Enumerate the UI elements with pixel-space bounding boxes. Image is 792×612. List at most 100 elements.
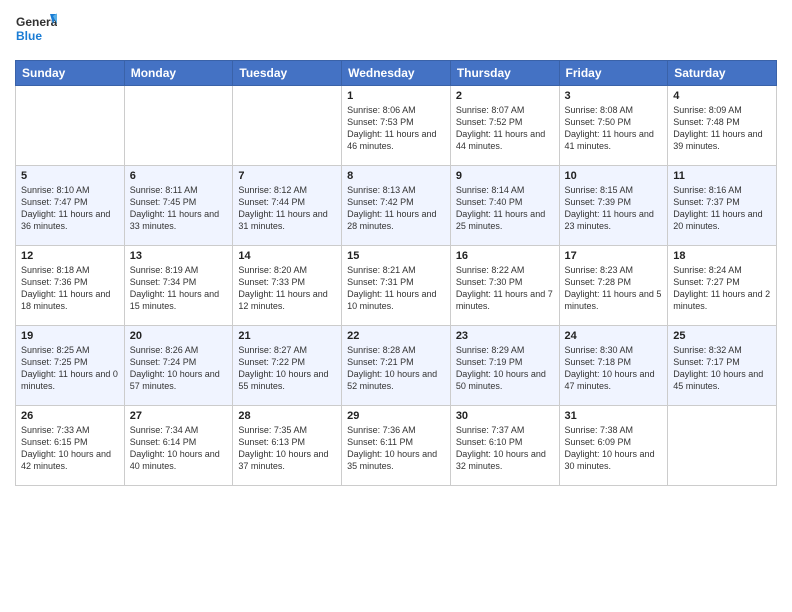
col-header-monday: Monday: [124, 61, 233, 86]
calendar-cell: [16, 86, 125, 166]
day-number: 24: [565, 330, 663, 342]
day-number: 4: [673, 90, 771, 102]
day-number: 21: [238, 330, 336, 342]
day-number: 27: [130, 410, 228, 422]
day-info: Sunrise: 8:29 AM Sunset: 7:19 PM Dayligh…: [456, 344, 554, 393]
day-number: 14: [238, 250, 336, 262]
calendar-cell: 17Sunrise: 8:23 AM Sunset: 7:28 PM Dayli…: [559, 246, 668, 326]
day-info: Sunrise: 8:12 AM Sunset: 7:44 PM Dayligh…: [238, 184, 336, 233]
calendar-cell: 13 Sunrise: 8:19 AM Sunset: 7:34 PM Dayli…: [124, 246, 233, 326]
calendar-cell: 2 Sunrise: 8:07 AM Sunset: 7:52 PM Daylig…: [450, 86, 559, 166]
calendar-cell: 24 Sunrise: 8:30 AM Sunset: 7:18 PM Dayli…: [559, 326, 668, 406]
calendar-header-row: SundayMondayTuesdayWednesdayThursdayFrid…: [16, 61, 777, 86]
day-number: 26: [21, 410, 119, 422]
calendar-cell: 8 Sunrise: 8:13 AM Sunset: 7:42 PM Daylig…: [342, 166, 451, 246]
day-number: 2: [456, 90, 554, 102]
day-number: 19: [21, 330, 119, 342]
calendar-week-3: 12Sunrise: 8:18 AM Sunset: 7:36 PM Dayli…: [16, 246, 777, 326]
day-info: Sunrise: 8:09 AM Sunset: 7:48 PM Dayligh…: [673, 104, 771, 153]
calendar-cell: 23 Sunrise: 8:29 AM Sunset: 7:19 PM Dayli…: [450, 326, 559, 406]
calendar-week-1: 1 Sunrise: 8:06 AM Sunset: 7:53 PM Daylig…: [16, 86, 777, 166]
col-header-thursday: Thursday: [450, 61, 559, 86]
day-info: Sunrise: 8:06 AM Sunset: 7:53 PM Dayligh…: [347, 104, 445, 153]
day-info: Sunrise: 8:28 AM Sunset: 7:21 PM Dayligh…: [347, 344, 445, 393]
day-info: Sunrise: 8:15 AM Sunset: 7:39 PM Dayligh…: [565, 184, 663, 233]
day-info: Sunrise: 8:19 AM Sunset: 7:34 PM Dayligh…: [130, 264, 228, 313]
calendar-cell: 5 Sunrise: 8:10 AM Sunset: 7:47 PM Daylig…: [16, 166, 125, 246]
calendar-cell: [124, 86, 233, 166]
day-info: Sunrise: 7:37 AM Sunset: 6:10 PM Dayligh…: [456, 424, 554, 473]
calendar-cell: [668, 406, 777, 486]
calendar-cell: 30 Sunrise: 7:37 AM Sunset: 6:10 PM Dayli…: [450, 406, 559, 486]
day-info: Sunrise: 7:33 AM Sunset: 6:15 PM Dayligh…: [21, 424, 119, 473]
page-header: General Blue: [15, 10, 777, 52]
calendar-cell: 16 Sunrise: 8:22 AM Sunset: 7:30 PM Dayli…: [450, 246, 559, 326]
day-info: Sunrise: 7:38 AM Sunset: 6:09 PM Dayligh…: [565, 424, 663, 473]
day-number: 9: [456, 170, 554, 182]
day-number: 20: [130, 330, 228, 342]
day-number: 12: [21, 250, 119, 262]
day-info: Sunrise: 8:11 AM Sunset: 7:45 PM Dayligh…: [130, 184, 228, 233]
day-info: Sunrise: 7:34 AM Sunset: 6:14 PM Dayligh…: [130, 424, 228, 473]
day-number: 31: [565, 410, 663, 422]
logo-svg: General Blue: [15, 10, 57, 52]
day-info: Sunrise: 7:35 AM Sunset: 6:13 PM Dayligh…: [238, 424, 336, 473]
svg-text:General: General: [16, 15, 57, 29]
day-info: Sunrise: 7:36 AM Sunset: 6:11 PM Dayligh…: [347, 424, 445, 473]
calendar-cell: 7Sunrise: 8:12 AM Sunset: 7:44 PM Daylig…: [233, 166, 342, 246]
calendar-cell: 26 Sunrise: 7:33 AM Sunset: 6:15 PM Dayli…: [16, 406, 125, 486]
day-number: 30: [456, 410, 554, 422]
calendar-cell: 1 Sunrise: 8:06 AM Sunset: 7:53 PM Daylig…: [342, 86, 451, 166]
day-number: 6: [130, 170, 228, 182]
calendar-cell: 12Sunrise: 8:18 AM Sunset: 7:36 PM Dayli…: [16, 246, 125, 326]
day-number: 25: [673, 330, 771, 342]
day-number: 8: [347, 170, 445, 182]
calendar-cell: 27 Sunrise: 7:34 AM Sunset: 6:14 PM Dayli…: [124, 406, 233, 486]
day-number: 1: [347, 90, 445, 102]
day-info: Sunrise: 8:14 AM Sunset: 7:40 PM Dayligh…: [456, 184, 554, 233]
day-number: 16: [456, 250, 554, 262]
day-info: Sunrise: 8:27 AM Sunset: 7:22 PM Dayligh…: [238, 344, 336, 393]
day-number: 17: [565, 250, 663, 262]
calendar-week-4: 19Sunrise: 8:25 AM Sunset: 7:25 PM Dayli…: [16, 326, 777, 406]
day-info: Sunrise: 8:30 AM Sunset: 7:18 PM Dayligh…: [565, 344, 663, 393]
day-info: Sunrise: 8:22 AM Sunset: 7:30 PM Dayligh…: [456, 264, 554, 313]
day-number: 10: [565, 170, 663, 182]
col-header-tuesday: Tuesday: [233, 61, 342, 86]
calendar-cell: 14 Sunrise: 8:20 AM Sunset: 7:33 PM Dayli…: [233, 246, 342, 326]
calendar: SundayMondayTuesdayWednesdayThursdayFrid…: [15, 60, 777, 486]
calendar-week-5: 26 Sunrise: 7:33 AM Sunset: 6:15 PM Dayli…: [16, 406, 777, 486]
calendar-cell: 29 Sunrise: 7:36 AM Sunset: 6:11 PM Dayli…: [342, 406, 451, 486]
calendar-cell: 6 Sunrise: 8:11 AM Sunset: 7:45 PM Daylig…: [124, 166, 233, 246]
col-header-sunday: Sunday: [16, 61, 125, 86]
calendar-cell: 20 Sunrise: 8:26 AM Sunset: 7:24 PM Dayli…: [124, 326, 233, 406]
col-header-saturday: Saturday: [668, 61, 777, 86]
day-number: 3: [565, 90, 663, 102]
calendar-cell: 3Sunrise: 8:08 AM Sunset: 7:50 PM Daylig…: [559, 86, 668, 166]
calendar-cell: 10 Sunrise: 8:15 AM Sunset: 7:39 PM Dayli…: [559, 166, 668, 246]
calendar-cell: 22Sunrise: 8:28 AM Sunset: 7:21 PM Dayli…: [342, 326, 451, 406]
calendar-cell: 31 Sunrise: 7:38 AM Sunset: 6:09 PM Dayli…: [559, 406, 668, 486]
calendar-cell: 15Sunrise: 8:21 AM Sunset: 7:31 PM Dayli…: [342, 246, 451, 326]
day-number: 5: [21, 170, 119, 182]
day-number: 13: [130, 250, 228, 262]
day-info: Sunrise: 8:20 AM Sunset: 7:33 PM Dayligh…: [238, 264, 336, 313]
calendar-cell: 11Sunrise: 8:16 AM Sunset: 7:37 PM Dayli…: [668, 166, 777, 246]
day-number: 23: [456, 330, 554, 342]
day-number: 18: [673, 250, 771, 262]
col-header-friday: Friday: [559, 61, 668, 86]
calendar-cell: 28 Sunrise: 7:35 AM Sunset: 6:13 PM Dayli…: [233, 406, 342, 486]
calendar-cell: 18Sunrise: 8:24 AM Sunset: 7:27 PM Dayli…: [668, 246, 777, 326]
day-info: Sunrise: 8:07 AM Sunset: 7:52 PM Dayligh…: [456, 104, 554, 153]
day-number: 29: [347, 410, 445, 422]
day-number: 11: [673, 170, 771, 182]
calendar-week-2: 5 Sunrise: 8:10 AM Sunset: 7:47 PM Daylig…: [16, 166, 777, 246]
day-info: Sunrise: 8:26 AM Sunset: 7:24 PM Dayligh…: [130, 344, 228, 393]
day-info: Sunrise: 8:10 AM Sunset: 7:47 PM Dayligh…: [21, 184, 119, 233]
day-number: 28: [238, 410, 336, 422]
calendar-cell: 19Sunrise: 8:25 AM Sunset: 7:25 PM Dayli…: [16, 326, 125, 406]
col-header-wednesday: Wednesday: [342, 61, 451, 86]
day-info: Sunrise: 8:13 AM Sunset: 7:42 PM Dayligh…: [347, 184, 445, 233]
day-info: Sunrise: 8:21 AM Sunset: 7:31 PM Dayligh…: [347, 264, 445, 313]
calendar-cell: 25Sunrise: 8:32 AM Sunset: 7:17 PM Dayli…: [668, 326, 777, 406]
